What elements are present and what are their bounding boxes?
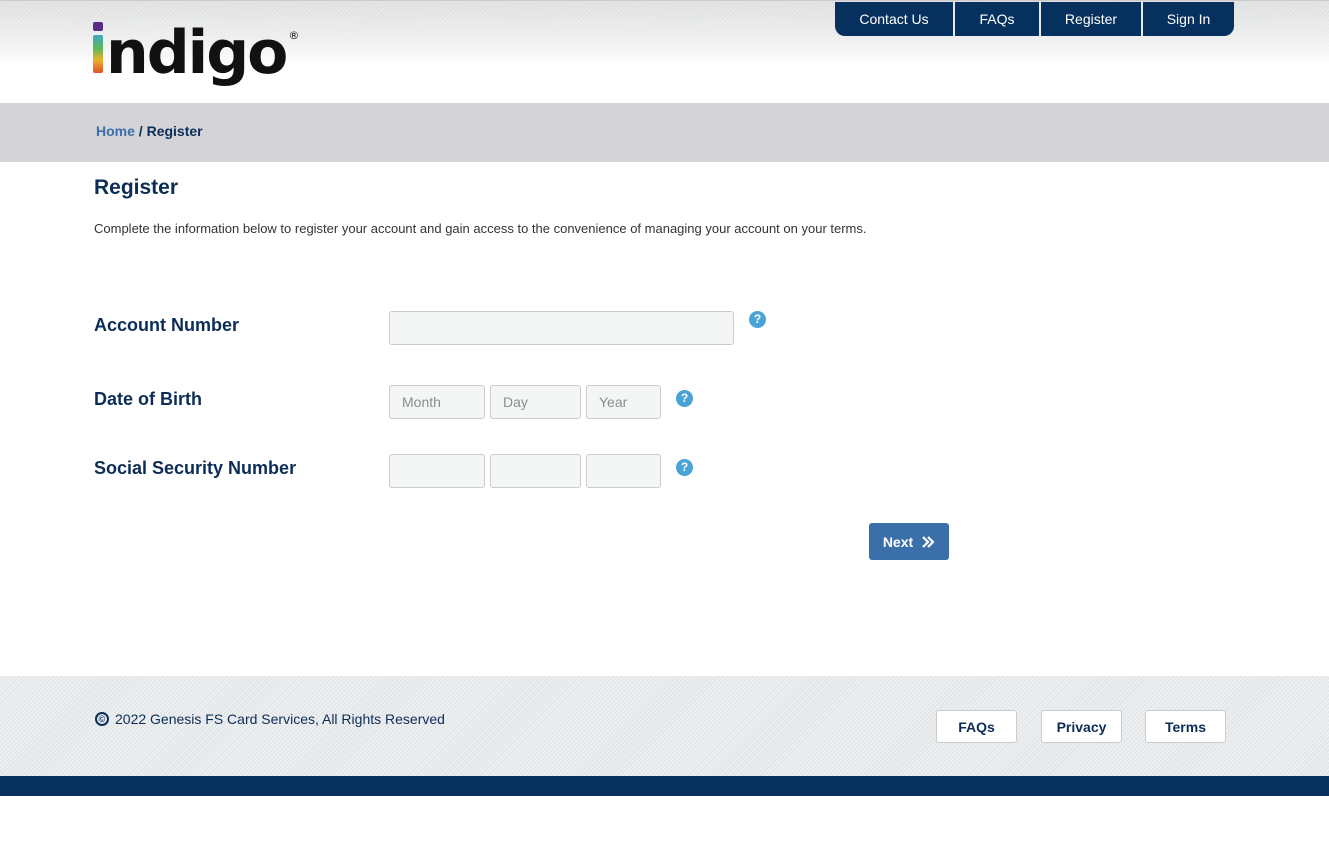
ssn-label: Social Security Number [94,458,297,478]
dob-year-input[interactable] [586,385,661,419]
dob-day-input[interactable] [490,385,581,419]
ssn-part1-input[interactable] [389,454,485,488]
registered-mark: ® [288,29,300,42]
date-of-birth-label: Date of Birth [94,389,202,409]
question-circle-icon[interactable]: ? [749,311,766,328]
breadcrumb: Home / Register [96,123,203,139]
page-title: Register [94,176,179,199]
ssn-part2-input[interactable] [490,454,581,488]
account-number-input[interactable] [389,311,734,345]
copyright-icon: © [95,712,109,726]
footer-privacy-link[interactable]: Privacy [1041,710,1122,743]
copyright-text: 2022 Genesis FS Card Services, All Right… [115,711,445,727]
footer-terms-link[interactable]: Terms [1145,710,1226,743]
dob-month-input[interactable] [389,385,485,419]
site-header: ndigo ® Contact Us FAQs Register Sign In [0,0,1329,103]
logo-i-mark [92,19,104,91]
nav-register[interactable]: Register [1041,2,1143,36]
footer-faqs-link[interactable]: FAQs [936,710,1017,743]
site-footer: © 2022 Genesis FS Card Services, All Rig… [0,676,1329,776]
breadcrumb-current: Register [146,123,203,139]
top-navigation: Contact Us FAQs Register Sign In [835,2,1234,36]
copyright: © 2022 Genesis FS Card Services, All Rig… [95,711,445,727]
indigo-logo[interactable]: ndigo ® [92,19,299,95]
breadcrumb-home-link[interactable]: Home [96,123,135,139]
logo-text: ndigo [106,18,288,88]
next-button[interactable]: Next [869,523,949,560]
nav-sign-in[interactable]: Sign In [1143,2,1234,36]
breadcrumb-separator: / [134,123,147,139]
next-button-label: Next [882,533,914,550]
question-circle-icon[interactable]: ? [676,390,693,407]
ssn-part3-input[interactable] [586,454,661,488]
account-number-label: Account Number [94,315,240,335]
nav-contact-us[interactable]: Contact Us [835,2,955,36]
footer-bottom-band [0,776,1329,796]
intro-text: Complete the information below to regist… [94,221,867,236]
breadcrumb-bar: Home / Register [0,103,1329,162]
nav-faqs[interactable]: FAQs [955,2,1041,36]
question-circle-icon[interactable]: ? [676,459,693,476]
double-chevron-right-icon [922,535,935,548]
